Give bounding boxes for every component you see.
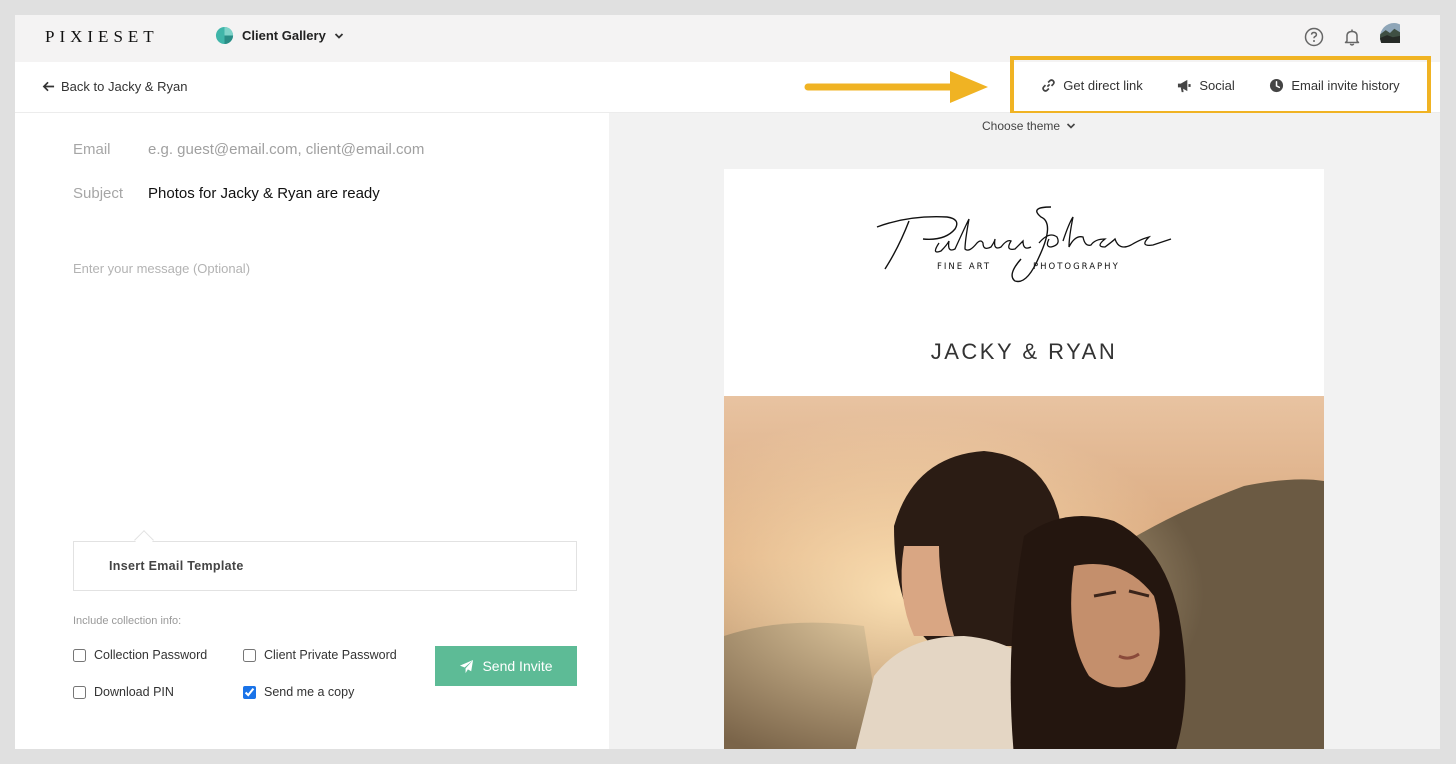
insert-template-label: Insert Email Template [109,559,244,573]
cover-photo [724,396,1324,749]
social-button[interactable]: Social [1177,78,1235,93]
client-private-password-label: Client Private Password [264,648,397,662]
email-label: Email [73,141,111,158]
actions-highlight: Get direct link Social Email invite hist… [1010,56,1431,115]
client-private-password-option[interactable]: Client Private Password [243,648,397,662]
get-direct-link-label: Get direct link [1063,78,1143,93]
paper-plane-icon [460,659,474,673]
chevron-down-icon [334,32,343,39]
megaphone-icon [1178,79,1191,93]
sub-header: Back to Jacky & Ryan Get direct link Soc… [15,56,1440,115]
brand-subtitle-right: PHOTOGRAPHY [1033,262,1120,272]
message-input[interactable] [73,261,573,521]
collection-password-option[interactable]: Collection Password [73,648,207,662]
send-me-copy-option[interactable]: Send me a copy [243,685,354,699]
send-invite-button[interactable]: Send Invite [435,646,577,686]
top-icons [1304,23,1408,51]
top-bar: PIXIESET Client Gallery [15,15,1440,62]
avatar[interactable] [1380,23,1408,51]
subject-input[interactable] [148,185,578,202]
help-icon[interactable] [1304,27,1324,47]
collection-password-label: Collection Password [94,648,208,662]
send-me-copy-label: Send me a copy [264,685,355,699]
email-invite-history-label: Email invite history [1291,78,1400,93]
client-gallery-icon [215,26,234,45]
bell-icon[interactable] [1342,27,1362,47]
back-label: Back to Jacky & Ryan [61,79,188,94]
choose-theme-label: Choose theme [982,119,1061,133]
subject-row: Subject [73,185,578,202]
email-row: Email [73,141,578,158]
arrow-left-icon [42,81,55,92]
download-pin-checkbox[interactable] [73,685,86,699]
email-preview-card: FINE ART PHOTOGRAPHY JACKY & RYAN [724,169,1324,749]
download-pin-label: Download PIN [94,685,174,699]
photographer-signature-logo: FINE ART PHOTOGRAPHY [876,206,1172,283]
client-private-password-checkbox[interactable] [243,648,256,662]
choose-theme-dropdown[interactable]: Choose theme [982,119,1076,133]
invite-form-panel: Email Subject Insert Email Template Incl… [15,113,609,749]
chevron-down-icon [1066,123,1076,129]
gallery-title: JACKY & RYAN [930,339,1118,364]
product-switcher[interactable]: Client Gallery [215,26,344,45]
get-direct-link-button[interactable]: Get direct link [1041,78,1143,93]
product-name: Client Gallery [242,28,326,43]
brand-subtitle-left: FINE ART [937,262,991,272]
send-me-copy-checkbox[interactable] [243,685,256,699]
social-label: Social [1199,78,1235,93]
collection-password-checkbox[interactable] [73,648,86,662]
pixieset-logo[interactable]: PIXIESET [45,27,159,47]
email-invite-history-button[interactable]: Email invite history [1269,78,1400,93]
subject-label: Subject [73,185,124,202]
back-link[interactable]: Back to Jacky & Ryan [42,79,187,94]
clock-icon [1270,78,1284,93]
email-preview-panel: Choose theme FINE ART PHOTOGRAPHY JACKY … [609,113,1440,749]
email-input[interactable] [148,141,578,158]
highlight-arrow-icon [804,71,988,103]
link-icon [1042,79,1056,92]
include-info-label: Include collection info: [73,615,182,627]
app-frame: PIXIESET Client Gallery Back to Jacky & … [15,15,1440,749]
send-invite-label: Send Invite [482,658,553,674]
insert-email-template-button[interactable]: Insert Email Template [73,541,577,591]
download-pin-option[interactable]: Download PIN [73,685,174,699]
